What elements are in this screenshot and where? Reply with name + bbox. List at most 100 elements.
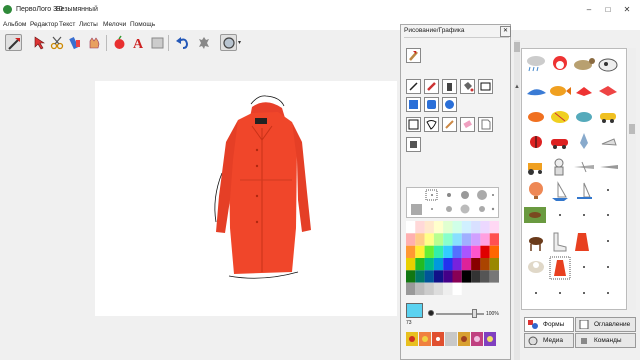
- tab-commands[interactable]: Команды: [575, 333, 636, 348]
- fill-bucket-tool-icon[interactable]: [460, 79, 475, 94]
- palette-swatch[interactable]: [471, 233, 481, 246]
- filled-circle-tool-icon[interactable]: [442, 97, 457, 112]
- text-a-icon[interactable]: A: [130, 34, 147, 52]
- palette-swatch[interactable]: [433, 270, 444, 283]
- palette-swatch[interactable]: [480, 258, 490, 271]
- palette-swatch[interactable]: [415, 245, 425, 258]
- palette-swatch[interactable]: [415, 221, 425, 234]
- palette-swatch[interactable]: [452, 258, 462, 271]
- palette-swatch[interactable]: [443, 282, 453, 295]
- palette-swatch[interactable]: [461, 258, 472, 271]
- shapes-panel-scrollbar[interactable]: [628, 48, 636, 310]
- tab-contents[interactable]: Оглавление: [575, 317, 636, 332]
- scrollbar-thumb[interactable]: [514, 42, 520, 52]
- palette-swatch[interactable]: [461, 233, 472, 246]
- hand-stamp-icon[interactable]: [86, 34, 103, 51]
- menu-sheets[interactable]: Листы: [79, 21, 98, 28]
- menu-editor[interactable]: Редактор: [30, 21, 58, 28]
- palette-swatch[interactable]: [452, 270, 462, 283]
- shapes-grid[interactable]: [522, 49, 626, 309]
- tab-media[interactable]: Медиа: [524, 333, 574, 348]
- palette-swatch[interactable]: [424, 270, 434, 283]
- palette-swatch[interactable]: [433, 245, 444, 258]
- palette-swatch[interactable]: [415, 258, 425, 271]
- scissors-icon[interactable]: [49, 34, 66, 51]
- cursor-arrow-icon[interactable]: [31, 34, 48, 51]
- palette-swatch[interactable]: [433, 258, 444, 271]
- palette-swatch[interactable]: [471, 221, 481, 234]
- close-window-button[interactable]: ✕: [620, 4, 634, 16]
- palette-swatch[interactable]: [461, 245, 472, 258]
- palette-swatch[interactable]: [424, 258, 434, 271]
- palette-swatch[interactable]: [480, 221, 490, 234]
- rect-outline-tool-icon[interactable]: [478, 79, 493, 94]
- current-color-swatch[interactable]: [406, 303, 423, 318]
- stamp-tool-icon[interactable]: [406, 137, 421, 152]
- shapes-scrollbar-thumb[interactable]: [629, 124, 635, 134]
- menu-text[interactable]: Текст: [59, 21, 75, 28]
- page-tool-icon[interactable]: [478, 117, 493, 132]
- palette-swatch[interactable]: [424, 245, 434, 258]
- palette-swatch[interactable]: [443, 245, 453, 258]
- palette-swatch[interactable]: [424, 233, 434, 246]
- palette-swatch[interactable]: [415, 282, 425, 295]
- shape-dropdown-arrow-icon[interactable]: ▾: [238, 39, 241, 46]
- scroll-up-icon[interactable]: ▲: [514, 84, 520, 94]
- palette-swatch[interactable]: [489, 233, 499, 246]
- palette-swatch[interactable]: [489, 221, 499, 234]
- palette-swatch[interactable]: [406, 233, 416, 246]
- palette-swatch[interactable]: [471, 258, 481, 271]
- palette-swatch[interactable]: [443, 221, 453, 234]
- palette-swatch[interactable]: [415, 233, 425, 246]
- turtle-icon[interactable]: [196, 34, 213, 51]
- palette-swatch[interactable]: [452, 233, 462, 246]
- palette-swatch[interactable]: [433, 282, 444, 295]
- palette-swatch[interactable]: [452, 245, 462, 258]
- palette-swatch[interactable]: [480, 245, 490, 258]
- palette-swatch[interactable]: [461, 270, 472, 283]
- palette-swatch[interactable]: [480, 233, 490, 246]
- palette-swatch[interactable]: [406, 258, 416, 271]
- palette-swatch[interactable]: [433, 221, 444, 234]
- palette-swatch[interactable]: [443, 270, 453, 283]
- eraser-tool-icon[interactable]: [460, 117, 475, 132]
- tab-shapes[interactable]: Формы: [524, 317, 574, 332]
- frame-icon[interactable]: [149, 34, 166, 51]
- eyedropper-tool-icon[interactable]: [442, 117, 457, 132]
- palette-swatch[interactable]: [406, 270, 416, 283]
- filled-rounded-square-tool-icon[interactable]: [424, 97, 439, 112]
- palette-swatch[interactable]: [480, 270, 490, 283]
- palette-swatch[interactable]: [424, 221, 434, 234]
- palette-swatch[interactable]: [443, 233, 453, 246]
- filled-square-tool-icon[interactable]: [406, 97, 421, 112]
- palette-swatch[interactable]: [443, 258, 453, 271]
- drawing-panel-close-button[interactable]: ✕: [500, 26, 511, 37]
- palette-swatch[interactable]: [471, 270, 481, 283]
- palette-swatch[interactable]: [406, 245, 416, 258]
- palette-swatch[interactable]: [406, 282, 416, 295]
- glue-icon[interactable]: [67, 34, 84, 51]
- pen-tool-icon[interactable]: [406, 79, 421, 94]
- opacity-slider-knob[interactable]: [472, 309, 477, 318]
- menu-help[interactable]: Помощь: [130, 21, 155, 28]
- shape-circle-icon[interactable]: [220, 34, 237, 51]
- brush-tool-icon[interactable]: [424, 79, 439, 94]
- spray-tool-icon[interactable]: [442, 79, 457, 94]
- maximize-button[interactable]: □: [601, 4, 615, 16]
- palette-swatch[interactable]: [489, 258, 499, 271]
- apple-icon[interactable]: [111, 34, 128, 51]
- undo-icon[interactable]: [174, 34, 191, 51]
- palette-swatch[interactable]: [461, 221, 472, 234]
- palette-swatch[interactable]: [406, 221, 416, 234]
- pen-size-selector[interactable]: [406, 187, 499, 218]
- palette-swatch[interactable]: [452, 282, 462, 295]
- flag-pencil-icon[interactable]: [5, 34, 22, 51]
- color-palette[interactable]: [406, 221, 499, 295]
- texture-strip[interactable]: [406, 332, 499, 346]
- palette-swatch[interactable]: [489, 245, 499, 258]
- palette-swatch[interactable]: [433, 233, 444, 246]
- palette-swatch[interactable]: [415, 270, 425, 283]
- square-outline-tool-icon[interactable]: [406, 117, 421, 132]
- menu-album[interactable]: Альбом: [3, 21, 26, 28]
- lasso-tool-icon[interactable]: [424, 117, 439, 132]
